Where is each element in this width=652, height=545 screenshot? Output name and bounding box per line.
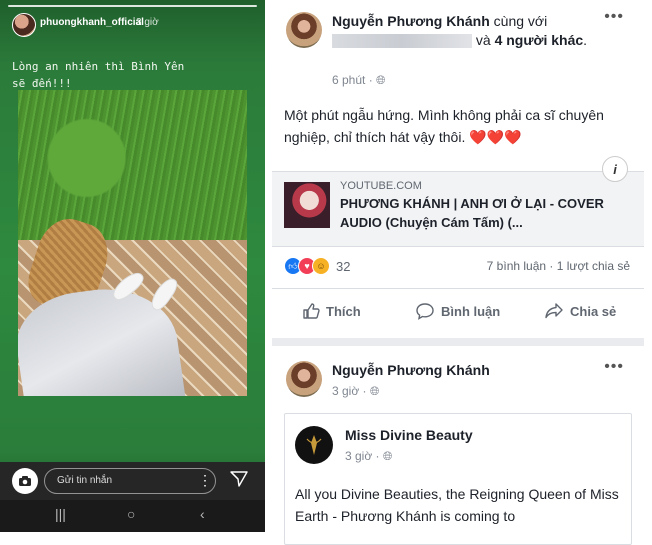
embedded-time[interactable]: 3 giờ bbox=[345, 449, 372, 463]
and-label: và bbox=[475, 32, 491, 48]
with-label: cùng với bbox=[493, 13, 548, 29]
haha-reaction-icon: ☺ bbox=[312, 257, 330, 275]
story-caption: Lòng an nhiên thì Bình Yên sẽ đến!!! bbox=[12, 60, 185, 90]
embedded-meta: 3 giờ · 🌐︎ bbox=[345, 449, 393, 463]
home-icon[interactable]: ○ bbox=[127, 506, 135, 522]
comment-label: Bình luận bbox=[441, 303, 501, 319]
more-icon[interactable]: ••• bbox=[604, 8, 624, 26]
divine-logo-icon bbox=[306, 435, 322, 455]
instagram-story: phuongkhanh_official 3 giờ Lòng an nhiên… bbox=[0, 0, 265, 532]
post-card-1: Nguyễn Phương Khánh cùng với và 4 người … bbox=[272, 0, 644, 345]
post-meta: 6 phút · 🌐︎ bbox=[332, 73, 386, 87]
share-label: Chia sẻ bbox=[570, 303, 617, 319]
page-logo[interactable] bbox=[295, 426, 333, 464]
link-title[interactable]: PHƯƠNG KHÁNH | ANH ƠI Ở LẠI - COVER AUDI… bbox=[340, 194, 620, 232]
globe-icon: 🌐︎ bbox=[376, 73, 386, 87]
others-link[interactable]: 4 người khác bbox=[495, 32, 584, 48]
author-name[interactable]: Nguyễn Phương Khánh bbox=[332, 13, 490, 29]
send-icon[interactable] bbox=[230, 471, 248, 492]
post-text: Một phút ngẫu hứng. Mình không phải ca s… bbox=[284, 107, 604, 145]
author-avatar[interactable] bbox=[286, 12, 322, 48]
share-icon bbox=[545, 303, 563, 319]
reaction-summary[interactable]: 👍︎ ♥ ☺ 32 bbox=[284, 257, 350, 275]
post-time[interactable]: 3 giờ bbox=[332, 384, 359, 398]
link-preview[interactable]: YOUTUBE.COM PHƯƠNG KHÁNH | ANH ƠI Ở LẠI … bbox=[272, 171, 644, 247]
recent-apps-icon[interactable]: ||| bbox=[55, 506, 66, 522]
comment-count[interactable]: 7 bình luận bbox=[487, 259, 546, 273]
page-name[interactable]: Miss Divine Beauty bbox=[345, 427, 473, 443]
author-avatar[interactable] bbox=[286, 361, 322, 397]
post-header: Nguyễn Phương Khánh cùng với và 4 người … bbox=[332, 13, 588, 49]
story-username[interactable]: phuongkhanh_official bbox=[40, 17, 144, 28]
story-progress-bar bbox=[8, 5, 257, 7]
more-options-icon[interactable]: ⋮ bbox=[198, 472, 212, 489]
facebook-feed: Nguyễn Phương Khánh cùng với và 4 người … bbox=[272, 0, 652, 545]
share-count[interactable]: 1 lượt chia sẻ bbox=[557, 259, 630, 273]
share-button[interactable]: Chia sẻ bbox=[544, 302, 616, 320]
link-source: YOUTUBE.COM bbox=[340, 180, 422, 192]
post-time[interactable]: 6 phút bbox=[332, 73, 365, 87]
divider bbox=[272, 288, 644, 289]
embedded-text: All you Divine Beauties, the Reigning Qu… bbox=[295, 486, 619, 524]
engagement-stats: 7 bình luận · 1 lượt chia sẻ bbox=[486, 259, 630, 273]
tagged-user-blurred[interactable] bbox=[332, 34, 472, 49]
story-photo bbox=[18, 90, 247, 396]
link-thumbnail bbox=[284, 182, 330, 228]
globe-icon: 🌐︎ bbox=[369, 384, 380, 398]
more-icon[interactable]: ••• bbox=[604, 358, 624, 376]
like-button[interactable]: Thích bbox=[302, 302, 361, 320]
reaction-count: 32 bbox=[336, 258, 351, 274]
comment-button[interactable]: Bình luận bbox=[415, 302, 500, 320]
message-input[interactable]: Gửi tin nhắn bbox=[44, 468, 216, 494]
shared-post[interactable]: Miss Divine Beauty 3 giờ · 🌐︎ All you Di… bbox=[284, 413, 632, 545]
like-label: Thích bbox=[326, 303, 361, 319]
story-time: 3 giờ bbox=[136, 17, 159, 28]
globe-icon: 🌐︎ bbox=[382, 449, 393, 463]
like-icon bbox=[303, 303, 320, 319]
info-icon[interactable]: i bbox=[602, 156, 628, 182]
author-name[interactable]: Nguyễn Phương Khánh bbox=[332, 362, 490, 378]
back-icon[interactable]: ‹ bbox=[200, 506, 205, 522]
post-meta: 3 giờ · 🌐︎ bbox=[332, 384, 380, 398]
post-separator bbox=[272, 338, 644, 346]
comment-icon bbox=[416, 303, 434, 320]
camera-icon[interactable] bbox=[12, 468, 38, 494]
story-avatar[interactable] bbox=[12, 13, 36, 37]
